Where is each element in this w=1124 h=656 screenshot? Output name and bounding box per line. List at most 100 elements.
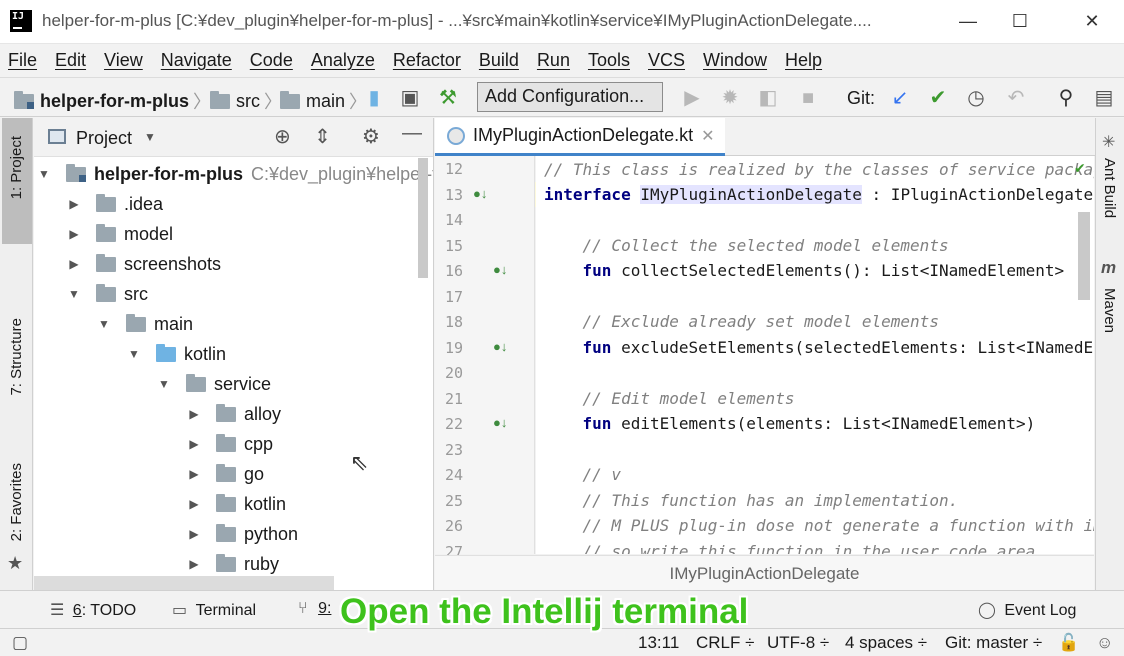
tool-tab-ant-build[interactable]: Ant Build: [1101, 158, 1118, 218]
git-branch-selector[interactable]: Git: master ÷: [945, 633, 1042, 653]
menu-code[interactable]: Code: [250, 50, 293, 71]
menu-edit[interactable]: Edit: [55, 50, 86, 71]
code-editor[interactable]: // This class is realized by the classes…: [536, 156, 1094, 554]
implemented-icon[interactable]: ●↓: [473, 186, 487, 201]
add-configuration-button[interactable]: Add Configuration...: [477, 82, 663, 112]
maximize-icon[interactable]: ☐: [1000, 6, 1040, 36]
tool-tab-favorites[interactable]: 2: Favorites ★: [2, 463, 32, 583]
chevron-down-icon[interactable]: ▼: [36, 167, 52, 181]
coverage-icon[interactable]: ◧: [756, 86, 780, 110]
close-icon[interactable]: ✕: [1072, 6, 1112, 36]
editor-breadcrumb[interactable]: IMyPluginActionDelegate: [435, 555, 1094, 590]
build-hammer-icon[interactable]: ⚒: [436, 86, 460, 110]
gear-icon[interactable]: ⚙: [362, 124, 380, 149]
tree-row-service[interactable]: ▼ service: [156, 369, 271, 399]
tool-tab-maven[interactable]: Maven: [1101, 288, 1118, 333]
debug-icon[interactable]: ✹: [718, 86, 742, 110]
chevron-down-icon[interactable]: ▼: [144, 130, 156, 144]
line-number: 15: [444, 237, 463, 255]
locate-icon[interactable]: ⊕: [274, 124, 291, 149]
project-panel-title[interactable]: Project: [76, 128, 132, 149]
menu-refactor[interactable]: Refactor: [393, 50, 461, 71]
vcs-commit-icon[interactable]: ✔: [926, 86, 950, 110]
minimize-icon[interactable]: —: [948, 6, 988, 36]
tree-row-cpp[interactable]: ▶ cpp: [186, 429, 273, 459]
search-icon[interactable]: ⚲: [1054, 86, 1078, 110]
tool-tab-favorites-label: 2: Favorites: [8, 463, 25, 542]
tree-row-src[interactable]: ▼ src: [66, 279, 148, 309]
editor-scrollbar[interactable]: [1078, 212, 1090, 300]
terminal-window-icon[interactable]: ▣: [398, 86, 422, 110]
chevron-down-icon[interactable]: ▼: [126, 347, 142, 361]
run-icon[interactable]: ▶: [680, 86, 704, 110]
tree-row-python[interactable]: ▶ python: [186, 519, 298, 549]
chevron-down-icon[interactable]: ▼: [156, 377, 172, 391]
menu-analyze[interactable]: Analyze: [311, 50, 375, 71]
tool-tab-event-log[interactable]: ◯ Event Log: [978, 600, 1076, 620]
tool-tab-vcs[interactable]: ⑂ 9:: [298, 600, 331, 618]
menu-build[interactable]: Build: [479, 50, 519, 71]
tree-row-main[interactable]: ▼ main: [96, 309, 193, 339]
vcs-update-icon[interactable]: ↙: [888, 86, 912, 110]
editor-tab-active[interactable]: IMyPluginActionDelegate.kt ✕: [435, 118, 725, 156]
chevron-down-icon[interactable]: ▼: [66, 287, 82, 301]
tree-row-kotlin-src[interactable]: ▼ kotlin: [126, 339, 226, 369]
encoding-selector[interactable]: UTF-8 ÷: [767, 633, 829, 653]
chevron-down-icon[interactable]: ▼: [96, 317, 112, 331]
implemented-icon[interactable]: ●↓: [493, 339, 507, 354]
tree-row-ruby[interactable]: ▶ ruby: [186, 549, 279, 579]
menu-help[interactable]: Help: [785, 50, 822, 71]
navigation-toolbar: helper-for-m-plus 〉 src 〉 main 〉 ▮ ▣ ⚒ A…: [0, 77, 1124, 117]
tree-row-model[interactable]: ▶ model: [66, 219, 173, 249]
tree-row-kotlin[interactable]: ▶ kotlin: [186, 489, 286, 519]
tree-row-alloy[interactable]: ▶ alloy: [186, 399, 281, 429]
vertical-scrollbar[interactable]: [418, 158, 428, 278]
menu-view[interactable]: View: [104, 50, 143, 71]
tool-tab-project[interactable]: 1: Project: [2, 118, 32, 244]
chevron-right-icon[interactable]: ▶: [186, 437, 202, 451]
chevron-right-icon[interactable]: ▶: [186, 527, 202, 541]
menu-tools[interactable]: Tools: [588, 50, 630, 71]
tool-tab-terminal[interactable]: ▭ Terminal: [172, 600, 256, 620]
tool-tab-structure[interactable]: 7: Structure: [2, 318, 32, 438]
chevron-right-icon[interactable]: ▶: [66, 227, 82, 241]
tree-row-screenshots[interactable]: ▶ screenshots: [66, 249, 221, 279]
project-structure-icon[interactable]: ▤: [1092, 86, 1116, 110]
menu-file[interactable]: File: [8, 50, 37, 71]
lock-icon[interactable]: 🔓: [1058, 633, 1079, 653]
hide-icon[interactable]: —: [402, 122, 422, 145]
tree-row-go[interactable]: ▶ go: [186, 459, 264, 489]
indent-selector[interactable]: 4 spaces ÷: [845, 633, 927, 653]
menu-window[interactable]: Window: [703, 50, 767, 71]
chevron-right-icon[interactable]: ▶: [186, 497, 202, 511]
menu-navigate[interactable]: Navigate: [161, 50, 232, 71]
chevron-right-icon[interactable]: ▶: [186, 407, 202, 421]
implemented-icon[interactable]: ●↓: [493, 262, 507, 277]
crumb-src[interactable]: src 〉: [210, 88, 286, 114]
crumb-project[interactable]: helper-for-m-plus 〉: [14, 88, 215, 114]
tree-row-idea[interactable]: ▶ .idea: [66, 189, 163, 219]
menu-run[interactable]: Run: [537, 50, 570, 71]
title-bar: IJ helper-for-m-plus [C:¥dev_plugin¥help…: [0, 0, 1124, 44]
collapse-all-icon[interactable]: ⇕: [314, 124, 331, 149]
stop-icon[interactable]: ■: [796, 86, 820, 110]
chevron-right-icon[interactable]: ▶: [66, 257, 82, 271]
rollback-icon[interactable]: ↶: [1004, 86, 1028, 110]
tool-tab-todo[interactable]: ☰ 6: TODO: [50, 600, 136, 620]
history-icon[interactable]: ◷: [964, 86, 988, 110]
chevron-right-icon[interactable]: ▶: [66, 197, 82, 211]
menu-vcs[interactable]: VCS: [648, 50, 685, 71]
chevron-right-icon[interactable]: ▶: [186, 467, 202, 481]
caret-position[interactable]: 13:11: [638, 633, 679, 653]
inspector-icon[interactable]: ☺: [1096, 633, 1113, 653]
toggle-tool-windows-icon[interactable]: ▢: [12, 633, 28, 653]
horizontal-scrollbar[interactable]: [34, 576, 334, 590]
chevron-right-icon[interactable]: ▶: [186, 557, 202, 571]
crumb-main[interactable]: main 〉: [280, 88, 371, 114]
tree-row-root[interactable]: ▼ helper-for-m-plus C:¥dev_plugin¥helper…: [36, 159, 433, 189]
inspection-ok-icon[interactable]: ✔: [1074, 160, 1086, 177]
file-icon[interactable]: ▮: [362, 86, 386, 110]
implemented-icon[interactable]: ●↓: [493, 415, 507, 430]
line-separator-selector[interactable]: CRLF ÷: [696, 633, 754, 653]
close-tab-icon[interactable]: ✕: [701, 126, 714, 146]
